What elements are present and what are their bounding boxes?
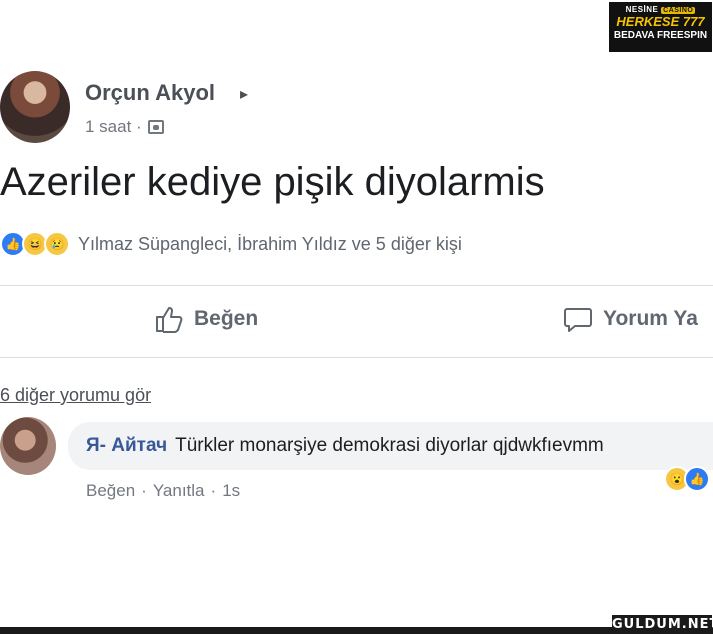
comment-button[interactable]: Yorum Ya: [563, 304, 698, 334]
author-avatar[interactable]: [0, 71, 70, 143]
reactors-text: Yılmaz Süpangleci, İbrahim Yıldız ve 5 d…: [78, 233, 462, 254]
divider: [0, 285, 713, 286]
arrow-icon: ▸: [240, 86, 249, 103]
divider: [0, 357, 713, 358]
comment-content: Я- Айтач Türkler monarşiye demokrasi diyo…: [86, 435, 604, 457]
comment-bubble-icon: [564, 308, 592, 332]
casino-ad-banner[interactable]: NESİNE CASINO HERKESE 777 BEDAVA FREESPI…: [609, 2, 712, 52]
friends-audience-icon[interactable]: [147, 120, 164, 134]
separator-dot: ·: [141, 481, 147, 500]
author-name[interactable]: Orçun Akyol: [85, 80, 215, 106]
site-watermark: GULDUM.NET: [612, 615, 713, 634]
view-more-comments-link[interactable]: 6 diğer yorumu gör: [0, 385, 151, 406]
bottom-border: [0, 627, 713, 634]
separator-dot: ·: [210, 481, 217, 500]
comment-like-link[interactable]: Beğen: [86, 481, 135, 501]
comment-time[interactable]: 1s: [222, 481, 240, 501]
like-button-label: Beğen: [194, 307, 259, 330]
post-text: Azeriler kediye pişik diyolarmis: [0, 160, 545, 204]
post-actions-bar: Beğen Yorum Ya: [0, 298, 713, 344]
comment-reactions[interactable]: 😮 👍: [664, 466, 710, 492]
comment-button-label: Yorum Ya: [603, 307, 698, 330]
like-reaction-icon: 👍: [684, 466, 710, 492]
comment-reply-link[interactable]: Yanıtla: [153, 481, 205, 501]
commenter-avatar[interactable]: [0, 417, 56, 475]
ad-brand: NESİNE CASINO: [625, 5, 696, 14]
post-meta: 1 saat ·: [85, 117, 164, 137]
sad-reaction-icon: 😢: [44, 231, 70, 257]
reaction-summary[interactable]: 👍 😆 😢 Yılmaz Süpangleci, İbrahim Yıldız …: [0, 231, 462, 257]
post-time[interactable]: 1 saat ·: [85, 117, 142, 137]
commenter-name[interactable]: Я- Айтач: [86, 435, 167, 456]
ad-headline: HERKESE 777: [616, 14, 705, 29]
ad-subline: BEDAVA FREESPIN: [613, 30, 708, 41]
comment-actions: Beğen · Yanıtla · 1s: [86, 481, 240, 501]
like-button[interactable]: Beğen: [154, 304, 258, 334]
thumbs-up-icon: [156, 307, 183, 333]
comment-text: Türkler monarşiye demokrasi diyorlar qjd…: [175, 435, 604, 456]
